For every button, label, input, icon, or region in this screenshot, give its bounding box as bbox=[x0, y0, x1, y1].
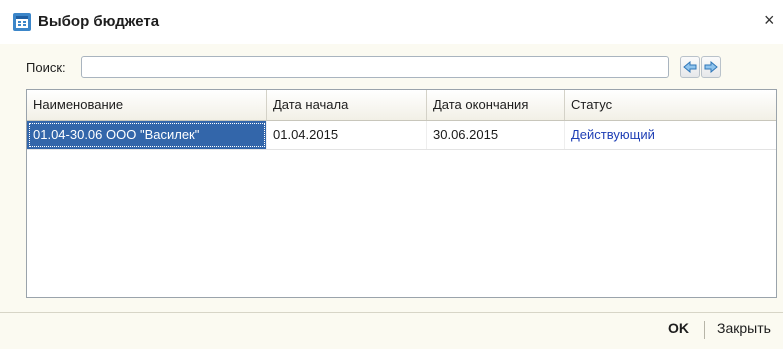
column-header-status[interactable]: Статус bbox=[565, 90, 776, 120]
cell-status[interactable]: Действующий bbox=[565, 121, 776, 149]
cell-start-date[interactable]: 01.04.2015 bbox=[267, 121, 427, 149]
window-title: Выбор бюджета bbox=[38, 13, 160, 30]
search-label: Поиск: bbox=[26, 60, 66, 75]
button-divider bbox=[704, 321, 705, 339]
close-button[interactable]: Закрыть bbox=[717, 320, 771, 336]
ok-button[interactable]: OK bbox=[668, 320, 689, 336]
column-header-start-date[interactable]: Дата начала bbox=[267, 90, 427, 120]
arrow-left-icon[interactable] bbox=[680, 56, 700, 78]
table-header: Наименование Дата начала Дата окончания … bbox=[27, 90, 776, 121]
cell-name[interactable]: 01.04-30.06 ООО "Василек" bbox=[27, 121, 267, 149]
budget-table-icon bbox=[13, 13, 31, 31]
title-bar: Выбор бюджета × bbox=[0, 0, 783, 44]
arrow-right-icon[interactable] bbox=[701, 56, 721, 78]
budget-table: Наименование Дата начала Дата окончания … bbox=[26, 89, 777, 298]
footer-divider bbox=[0, 312, 783, 313]
cell-end-date[interactable]: 30.06.2015 bbox=[427, 121, 565, 149]
close-icon[interactable]: × bbox=[764, 10, 775, 30]
budget-select-window: Выбор бюджета × Поиск: Наименование Дата… bbox=[0, 0, 783, 349]
search-input[interactable] bbox=[81, 56, 669, 78]
column-header-end-date[interactable]: Дата окончания bbox=[427, 90, 565, 120]
column-header-name[interactable]: Наименование bbox=[27, 90, 267, 120]
table-row[interactable]: 01.04-30.06 ООО "Василек" 01.04.2015 30.… bbox=[27, 121, 776, 150]
